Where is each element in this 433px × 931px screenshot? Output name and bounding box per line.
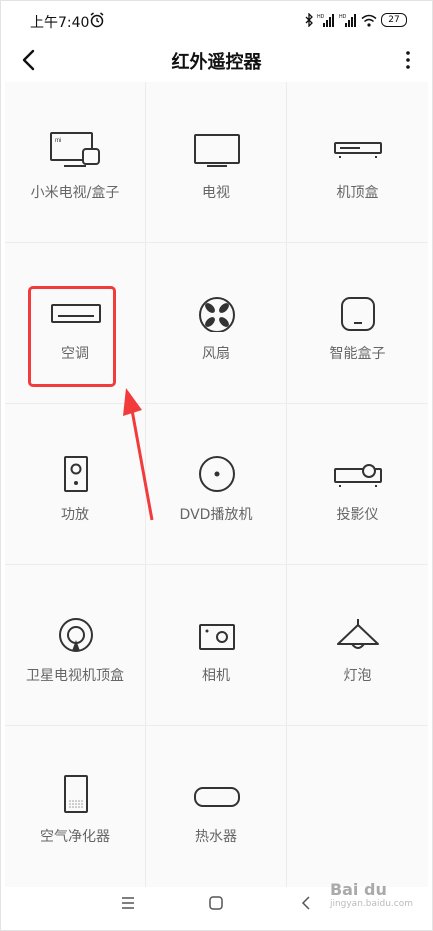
- device-tile-camera[interactable]: 相机: [146, 565, 287, 726]
- device-tile-mi-tv-box[interactable]: mi 小米电视/盒子: [5, 82, 146, 243]
- air-purifier-icon: [64, 775, 88, 813]
- back-nav-icon[interactable]: [296, 893, 316, 913]
- watermark-text: Bai du: [329, 880, 387, 899]
- baidu-watermark: Bai du jingyan.baidu.com: [330, 880, 413, 909]
- device-label: 风扇: [202, 346, 230, 362]
- svg-text:HD: HD: [339, 14, 347, 20]
- more-options-icon[interactable]: [403, 46, 413, 74]
- alarm-icon: [90, 12, 104, 28]
- device-label: 卫星电视机顶盒: [26, 668, 124, 684]
- hd-signal-icon: HD: [339, 14, 356, 27]
- svg-text:mi: mi: [55, 138, 61, 144]
- device-tile-lamp[interactable]: 灯泡: [287, 565, 428, 726]
- menu-icon[interactable]: [118, 893, 138, 913]
- device-label: DVD播放机: [179, 507, 253, 523]
- device-label: 热水器: [195, 829, 237, 845]
- red-arrow-annotation: [123, 388, 154, 521]
- status-bar: 上午7:40 HD HD 27: [0, 0, 433, 40]
- status-time: 上午7:40: [30, 15, 90, 31]
- device-tile-air-purifier[interactable]: 空气净化器: [5, 726, 146, 887]
- camera-icon: [199, 624, 235, 650]
- device-tile-projector[interactable]: 投影仪: [287, 404, 428, 565]
- device-tile-tv[interactable]: 电视: [146, 82, 287, 243]
- device-label: 小米电视/盒子: [30, 185, 120, 201]
- device-label: 相机: [202, 668, 230, 684]
- mi-tv-box-icon: mi: [50, 132, 100, 167]
- svg-text:HD: HD: [317, 14, 325, 20]
- device-label: 空气净化器: [40, 829, 110, 845]
- device-label: 灯泡: [343, 668, 372, 684]
- fan-icon: [199, 297, 235, 332]
- device-label: 投影仪: [336, 507, 379, 523]
- satellite-box-icon: [59, 618, 93, 652]
- lamp-icon: [337, 619, 379, 649]
- smart-box-icon: [341, 297, 375, 331]
- dvd-player-icon: [199, 456, 235, 492]
- device-label: 电视: [202, 185, 230, 201]
- device-tile-dvd-player[interactable]: DVD播放机: [146, 404, 287, 565]
- empty-cell: [287, 726, 428, 887]
- amplifier-icon: [64, 456, 88, 492]
- device-tile-water-heater[interactable]: 热水器: [146, 726, 287, 887]
- battery-icon: 27: [381, 13, 407, 27]
- wifi-icon: [361, 14, 377, 27]
- page-title: 红外遥控器: [171, 52, 262, 73]
- device-tile-satellite-box[interactable]: 卫星电视机顶盒: [5, 565, 146, 726]
- watermark-sub: jingyan.baidu.com: [329, 899, 413, 909]
- status-right: HD HD 27: [305, 11, 407, 29]
- projector-icon: [334, 464, 382, 487]
- device-grid: mi 小米电视/盒子 电视 机顶盒 空调 风扇 智能盒子 功放 DVD播放机 投…: [5, 82, 430, 887]
- device-label: 智能盒子: [329, 346, 386, 362]
- home-icon[interactable]: [206, 893, 226, 913]
- highlight-box: [28, 286, 116, 387]
- set-top-box-icon: [334, 142, 382, 158]
- app-header: 红外遥控器: [0, 40, 433, 80]
- bluetooth-icon: [305, 13, 313, 27]
- hd-signal-icon: HD: [317, 14, 334, 27]
- device-tile-set-top-box[interactable]: 机顶盒: [287, 82, 428, 243]
- tv-icon: [194, 134, 240, 167]
- device-tile-smart-box[interactable]: 智能盒子: [287, 243, 428, 404]
- water-heater-icon: [194, 787, 240, 807]
- device-label: 机顶盒: [336, 185, 379, 201]
- device-tile-fan[interactable]: 风扇: [146, 243, 287, 404]
